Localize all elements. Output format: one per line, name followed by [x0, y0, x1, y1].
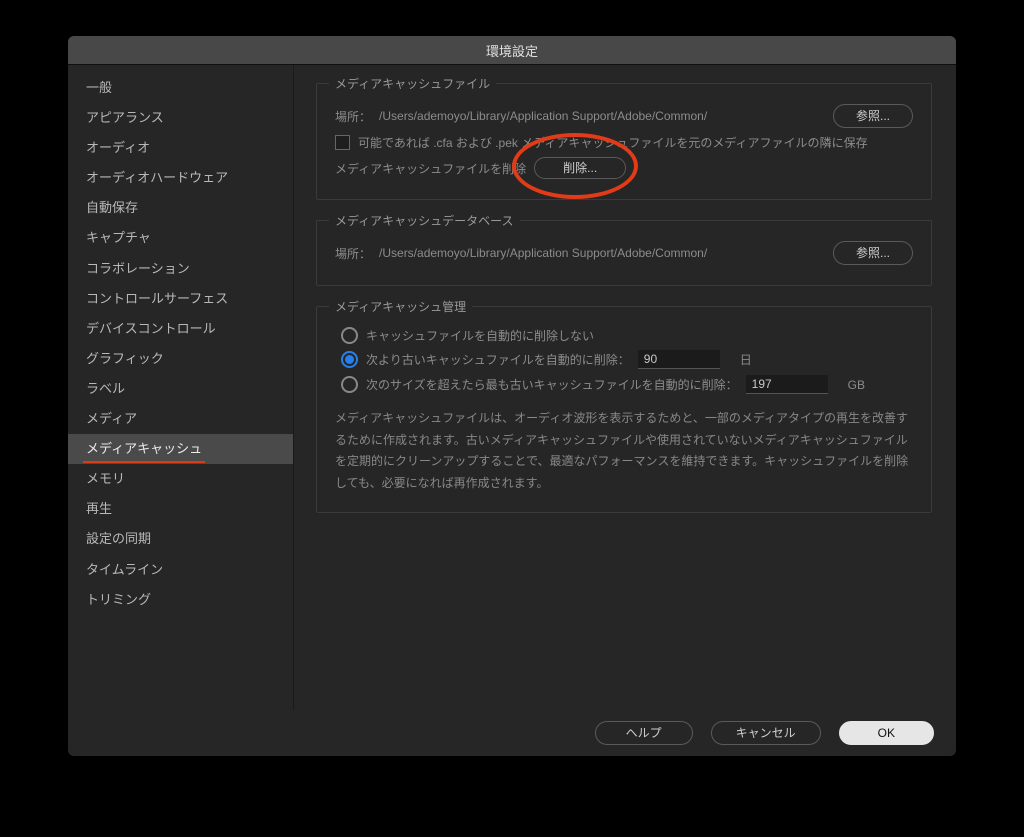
- preferences-window: 環境設定 一般アピアランスオーディオオーディオハードウェア自動保存キャプチャコラ…: [68, 36, 956, 756]
- radio-delete-none[interactable]: [341, 327, 358, 344]
- browse-cache-files-button[interactable]: 参照...: [833, 104, 913, 128]
- help-button[interactable]: ヘルプ: [595, 721, 693, 745]
- cache-files-location-label: 場所：: [335, 108, 371, 125]
- save-next-to-media-label: 可能であれば .cfa および .pek メディアキャッシュファイルを元のメディ…: [358, 134, 868, 151]
- sidebar-item-13[interactable]: メモリ: [68, 464, 293, 494]
- delete-cache-label: メディアキャッシュファイルを削除: [335, 160, 526, 177]
- window-titlebar: 環境設定: [68, 36, 956, 65]
- sidebar-item-5[interactable]: キャプチャ: [68, 223, 293, 253]
- window-title: 環境設定: [486, 41, 538, 60]
- cache-files-location-value: /Users/ademoyo/Library/Application Suppo…: [379, 109, 825, 123]
- sidebar-item-9[interactable]: グラフィック: [68, 344, 293, 374]
- footer: ヘルプ キャンセル OK: [68, 710, 956, 756]
- sidebar-item-3[interactable]: オーディオハードウェア: [68, 163, 293, 193]
- group-cache-db: メディアキャッシュデータベース 場所： /Users/ademoyo/Libra…: [316, 220, 932, 286]
- sidebar: 一般アピアランスオーディオオーディオハードウェア自動保存キャプチャコラボレーショ…: [68, 65, 294, 710]
- save-next-to-media-checkbox[interactable]: [335, 135, 350, 150]
- sidebar-item-16[interactable]: タイムライン: [68, 555, 293, 585]
- radio-delete-by-age-label: 次より古いキャッシュファイルを自動的に削除：: [366, 351, 630, 368]
- sidebar-item-7[interactable]: コントロールサーフェス: [68, 284, 293, 314]
- sidebar-item-0[interactable]: 一般: [68, 73, 293, 103]
- cache-db-location-value: /Users/ademoyo/Library/Application Suppo…: [379, 246, 825, 260]
- group-cache-mgmt: メディアキャッシュ管理 キャッシュファイルを自動的に削除しない 次より古いキャッ…: [316, 306, 932, 513]
- browse-cache-db-button[interactable]: 参照...: [833, 241, 913, 265]
- group-cache-files: メディアキャッシュファイル 場所： /Users/ademoyo/Library…: [316, 83, 932, 200]
- main-panel: メディアキャッシュファイル 場所： /Users/ademoyo/Library…: [294, 65, 956, 710]
- sidebar-item-4[interactable]: 自動保存: [68, 193, 293, 223]
- radio-delete-none-label: キャッシュファイルを自動的に削除しない: [366, 327, 594, 344]
- group-title-cache-db: メディアキャッシュデータベース: [329, 212, 520, 229]
- sidebar-item-10[interactable]: ラベル: [68, 374, 293, 404]
- size-unit-label: GB: [848, 378, 865, 392]
- sidebar-item-2[interactable]: オーディオ: [68, 133, 293, 163]
- sidebar-item-6[interactable]: コラボレーション: [68, 254, 293, 284]
- cache-db-location-label: 場所：: [335, 245, 371, 262]
- sidebar-item-15[interactable]: 設定の同期: [68, 524, 293, 554]
- group-title-cache-mgmt: メディアキャッシュ管理: [329, 298, 472, 315]
- content-area: 一般アピアランスオーディオオーディオハードウェア自動保存キャプチャコラボレーショ…: [68, 65, 956, 710]
- sidebar-item-11[interactable]: メディア: [68, 404, 293, 434]
- size-gb-input[interactable]: [746, 375, 828, 394]
- sidebar-item-12[interactable]: メディアキャッシュ: [68, 434, 293, 464]
- group-title-cache-files: メディアキャッシュファイル: [329, 75, 496, 92]
- sidebar-item-1[interactable]: アピアランス: [68, 103, 293, 133]
- ok-button[interactable]: OK: [839, 721, 934, 745]
- radio-delete-by-age[interactable]: [341, 351, 358, 368]
- sidebar-item-8[interactable]: デバイスコントロール: [68, 314, 293, 344]
- sidebar-item-14[interactable]: 再生: [68, 494, 293, 524]
- sidebar-underline: [83, 461, 205, 463]
- age-unit-label: 日: [740, 351, 752, 368]
- delete-cache-button[interactable]: 削除...: [534, 157, 626, 179]
- cancel-button[interactable]: キャンセル: [711, 721, 821, 745]
- age-days-input[interactable]: [638, 350, 720, 369]
- sidebar-item-17[interactable]: トリミング: [68, 585, 293, 615]
- radio-delete-by-size-label: 次のサイズを超えたら最も古いキャッシュファイルを自動的に削除：: [366, 376, 738, 393]
- cache-mgmt-description: メディアキャッシュファイルは、オーディオ波形を表示するためと、一部のメディアタイ…: [335, 408, 913, 494]
- radio-delete-by-size[interactable]: [341, 376, 358, 393]
